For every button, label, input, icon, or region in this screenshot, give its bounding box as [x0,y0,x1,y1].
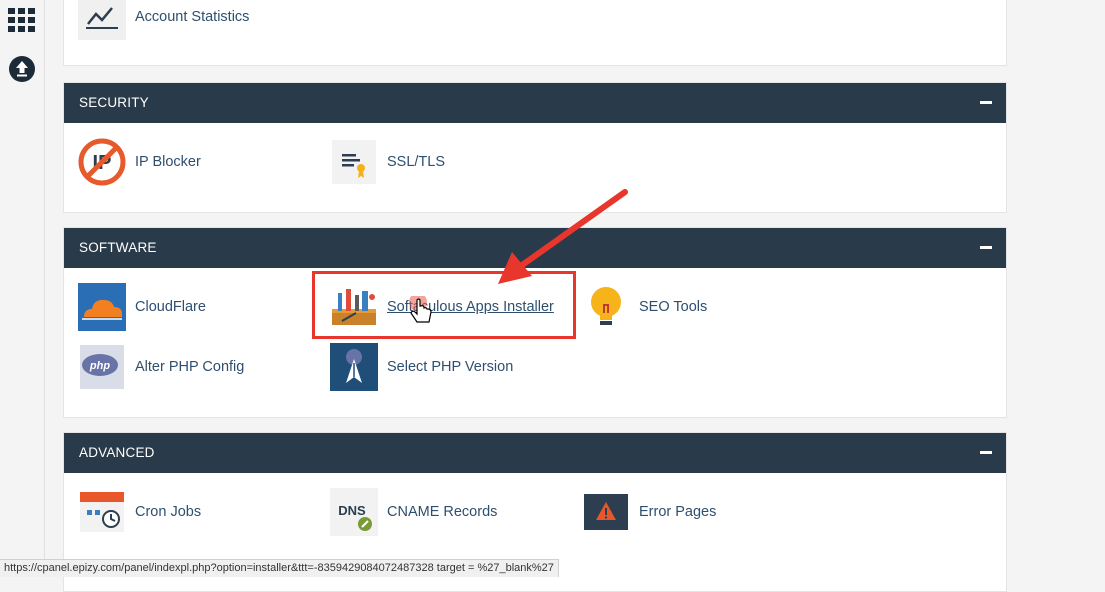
left-rail [0,0,45,577]
statistics-chart-icon [78,0,126,41]
ip-blocker-label: IP Blocker [135,154,201,170]
error-pages-label: Error Pages [639,504,717,520]
ip-blocker-item[interactable]: IP IP Blocker [78,137,201,187]
upload-icon[interactable] [9,56,35,82]
account-statistics-item[interactable]: Account Statistics [78,0,249,42]
ssl-tls-label: SSL/TLS [387,154,446,170]
security-header[interactable]: SECURITY [64,83,1006,123]
cron-jobs-label: Cron Jobs [135,504,202,520]
advanced-header[interactable]: ADVANCED [64,433,1006,473]
calendar-clock-icon [78,488,126,536]
software-title: SOFTWARE [79,240,157,255]
collapse-icon[interactable] [980,101,992,104]
ssl-tls-item[interactable]: SSL/TLS [330,137,445,187]
cname-records-label: CNAME Records [387,504,498,520]
annotation-arrow [498,189,628,284]
cloudflare-icon [78,283,126,331]
warning-icon [582,488,630,536]
error-pages-item[interactable]: Error Pages [582,487,716,537]
hand-cursor-icon [409,296,432,323]
status-bar-url: https://cpanel.epizy.com/panel/indexpl.p… [0,559,559,577]
collapse-icon[interactable] [980,246,992,249]
preferences-panel: Account Statistics [63,0,1007,66]
seo-tools-label: SEO Tools [639,299,708,315]
cloudflare-label: CloudFlare [135,299,206,315]
security-title: SECURITY [79,95,149,110]
apps-grid-icon[interactable] [8,8,36,32]
select-php-version-item[interactable]: Select PHP Version [330,342,513,392]
ip-blocker-icon: IP [78,138,126,186]
dns-text: DNS [338,503,366,518]
dns-icon: DNS [330,488,378,536]
account-statistics-label: Account Statistics [135,9,250,25]
select-php-version-label: Select PHP Version [387,359,514,375]
php-text: php [89,360,110,372]
php-icon: php [78,343,126,391]
cname-records-item[interactable]: DNS CNAME Records [330,487,497,537]
collapse-icon[interactable] [980,451,992,454]
ssl-certificate-icon [330,138,378,186]
php-version-icon [330,343,378,391]
cron-jobs-item[interactable]: Cron Jobs [78,487,201,537]
alter-php-config-label: Alter PHP Config [135,359,245,375]
alter-php-config-item[interactable]: php Alter PHP Config [78,342,244,392]
cloudflare-item[interactable]: CloudFlare [78,282,206,332]
advanced-title: ADVANCED [79,445,155,460]
